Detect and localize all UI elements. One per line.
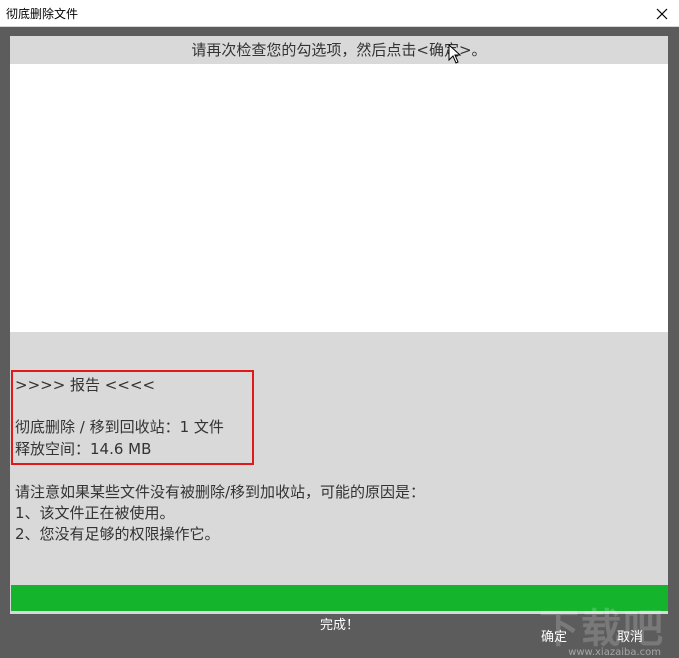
- file-list[interactable]: [10, 64, 668, 332]
- close-button[interactable]: [645, 0, 679, 27]
- note-line-1: 请注意如果某些文件没有被删除/移到加收站，可能的原因是：: [15, 483, 426, 501]
- mouse-cursor-icon: [448, 44, 462, 64]
- report-deleted-count: 彻底删除 / 移到回收站：1 文件: [15, 418, 224, 436]
- watermark-logo: 下载吧: [539, 606, 665, 652]
- report-heading: >>>> 报告 <<<<: [15, 376, 156, 394]
- report-freed-space: 释放空间：14.6 MB: [15, 440, 152, 458]
- note-line-3: 2、您没有足够的权限操作它。: [15, 525, 220, 543]
- note-line-2: 1、该文件正在被使用。: [15, 504, 175, 522]
- window-title: 彻底删除文件: [6, 7, 79, 21]
- title-bar: 彻底删除文件: [0, 0, 679, 27]
- instruction-text: 请再次检查您的勾选项，然后点击<确定>。: [191, 41, 487, 59]
- watermark-url: www.xiazaiba.com: [568, 647, 661, 658]
- content-panel: 请再次检查您的勾选项，然后点击<确定>。 >>>> 报告 <<<< 彻底删除 /…: [10, 36, 668, 614]
- close-icon: [656, 8, 668, 19]
